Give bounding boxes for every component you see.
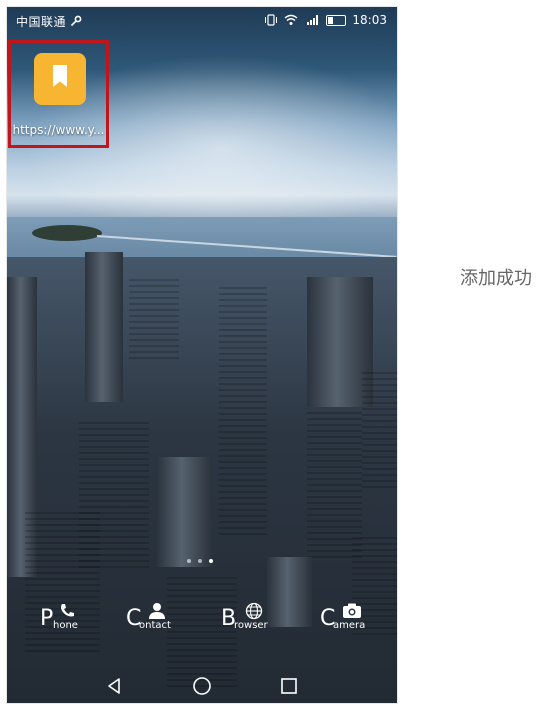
wifi-icon xyxy=(284,14,298,25)
dock-label: amera xyxy=(333,620,366,631)
shortcut-highlight[interactable]: https://www.y... xyxy=(8,40,109,148)
dock-browser[interactable]: B rowser xyxy=(221,602,291,638)
dock: P hone C ontact B rowser C amera xyxy=(7,602,397,638)
dock-contact[interactable]: C ontact xyxy=(126,602,196,638)
wallpaper-building xyxy=(219,287,267,537)
battery-icon xyxy=(326,14,347,26)
globe-icon xyxy=(245,602,263,620)
key-icon xyxy=(71,15,82,27)
page-dot xyxy=(198,559,202,563)
back-icon[interactable] xyxy=(104,675,126,697)
carrier-label: 中国联通 xyxy=(16,13,82,30)
phone-icon xyxy=(61,604,74,617)
contact-icon xyxy=(149,603,165,619)
navigation-bar xyxy=(7,669,397,703)
recents-icon[interactable] xyxy=(278,675,300,697)
shortcut-app-icon[interactable] xyxy=(34,53,86,105)
wallpaper-building xyxy=(362,372,397,492)
camera-icon xyxy=(343,603,361,618)
dock-initial: P xyxy=(40,606,54,631)
page-dot-active xyxy=(209,559,213,563)
phone-screen: 中国联通 18:03 https://www.y... P hone C ont… xyxy=(6,6,398,704)
shortcut-label[interactable]: https://www.y... xyxy=(11,123,106,137)
dock-camera[interactable]: C amera xyxy=(320,602,390,638)
wallpaper-building xyxy=(157,457,212,567)
dock-label: rowser xyxy=(234,620,268,631)
bookmark-icon xyxy=(53,65,67,87)
home-icon[interactable] xyxy=(191,675,213,697)
dock-label: ontact xyxy=(139,620,171,631)
wallpaper-island xyxy=(32,225,102,241)
clock: 18:03 xyxy=(352,13,387,27)
status-icons: 18:03 xyxy=(264,13,387,27)
page-dot xyxy=(187,559,191,563)
dock-phone[interactable]: P hone xyxy=(40,602,90,638)
vibrate-icon xyxy=(265,14,278,26)
toast-message: 添加成功 xyxy=(460,268,532,289)
wallpaper-building xyxy=(85,252,123,402)
signal-icon xyxy=(307,15,319,25)
wallpaper-building xyxy=(129,279,179,359)
dock-label: hone xyxy=(53,620,78,631)
page-indicator xyxy=(187,559,213,563)
status-bar: 中国联通 18:03 xyxy=(7,7,397,33)
